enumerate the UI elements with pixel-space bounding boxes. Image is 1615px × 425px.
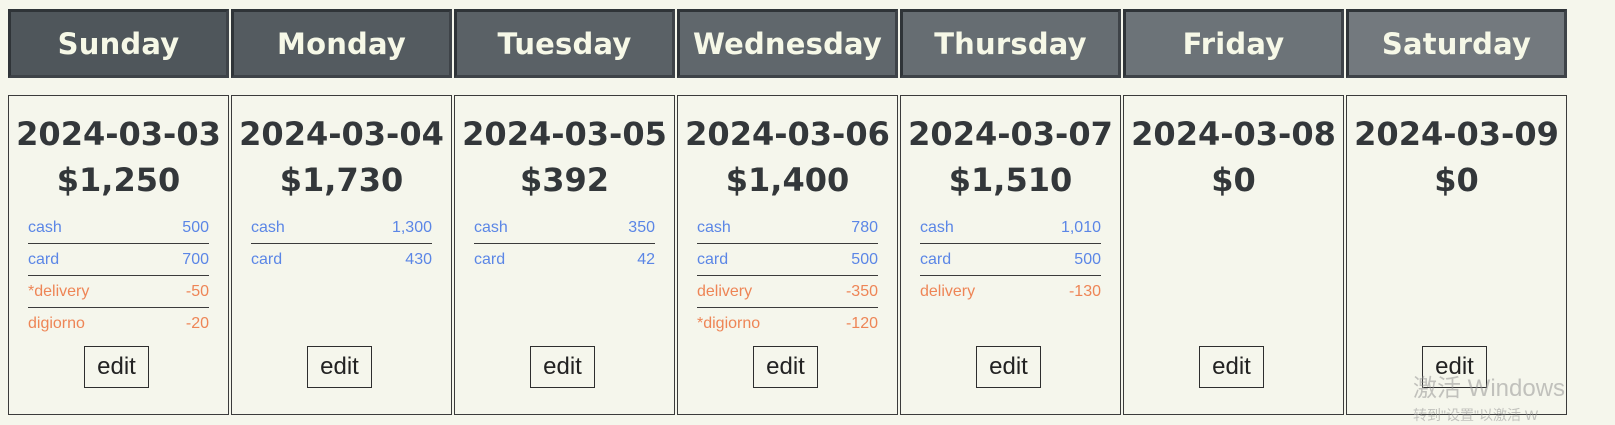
day-date: 2024-03-09	[1354, 115, 1559, 153]
day-date: 2024-03-08	[1131, 115, 1336, 153]
entry-label: *delivery	[28, 282, 90, 300]
day-date: 2024-03-05	[462, 115, 667, 153]
entry-list: cash 780 card 500 delivery -350 *digiorno -120	[697, 212, 878, 340]
entry-label: cash	[920, 218, 954, 236]
day-date: 2024-03-06	[685, 115, 890, 153]
entry-label: cash	[697, 218, 731, 236]
day-card: 2024-03-07 $1,510 cash 1,010 card 500 delivery…	[900, 95, 1121, 415]
entry-amount: 350	[628, 218, 655, 236]
entry-amount: 42	[637, 251, 655, 268]
entry-list: cash 500 card 700 *delivery -50 digiorno -20	[28, 212, 209, 340]
entry-amount: 500	[1074, 250, 1101, 268]
edit-button[interactable]: edit	[530, 346, 595, 388]
entry-row: *digiorno -120	[697, 308, 878, 340]
day-total: $1,510	[948, 161, 1073, 199]
entry-amount: -20	[185, 315, 209, 332]
day-header: Wednesday	[677, 9, 898, 78]
entry-row: *delivery -50	[28, 276, 209, 308]
day-total: $392	[519, 161, 610, 199]
entry-row: digiorno -20	[28, 308, 209, 340]
day-date: 2024-03-07	[908, 115, 1113, 153]
edit-button[interactable]: edit	[1199, 346, 1264, 388]
entry-label: card	[28, 250, 60, 268]
entry-list: cash 1,010 card 500 delivery -130	[920, 212, 1101, 308]
edit-button[interactable]: edit	[976, 346, 1041, 388]
entry-amount: 700	[182, 250, 209, 268]
day-header: Saturday	[1346, 9, 1567, 78]
day-header: Friday	[1123, 9, 1344, 78]
day-header: Sunday	[8, 9, 229, 78]
entry-row: card 430	[251, 244, 432, 276]
edit-button[interactable]: edit	[84, 346, 149, 388]
entry-label: *digiorno	[697, 315, 761, 332]
entry-amount: -120	[845, 315, 878, 332]
entry-row: cash 350	[474, 212, 655, 244]
entry-amount: 430	[405, 251, 432, 268]
day-column-sunday: Sunday 2024-03-03 $1,250 cash 500 card 700 *del…	[8, 0, 229, 423]
entry-row: delivery -130	[920, 276, 1101, 308]
entry-label: card	[697, 250, 729, 268]
day-date: 2024-03-04	[239, 115, 444, 153]
entry-label: cash	[474, 218, 508, 236]
entry-amount: -50	[185, 282, 209, 300]
entry-label: delivery	[697, 282, 753, 300]
edit-button[interactable]: edit	[1422, 346, 1487, 388]
entry-amount: -130	[1068, 283, 1101, 300]
day-total: $1,730	[279, 161, 404, 199]
entry-row: card 700	[28, 244, 209, 276]
day-column-friday: Friday 2024-03-08 $0 edit	[1123, 0, 1344, 423]
entry-label: card	[474, 251, 506, 268]
day-card: 2024-03-05 $392 cash 350 card 42 edit	[454, 95, 675, 415]
entry-row: cash 1,010	[920, 212, 1101, 244]
entry-label: card	[920, 250, 952, 268]
day-column-thursday: Thursday 2024-03-07 $1,510 cash 1,010 card 500…	[900, 0, 1121, 423]
entry-amount: 1,300	[391, 218, 432, 236]
day-card: 2024-03-03 $1,250 cash 500 card 700 *delivery -…	[8, 95, 229, 415]
entry-row: delivery -350	[697, 276, 878, 308]
day-column-monday: Monday 2024-03-04 $1,730 cash 1,300 card 430 ed…	[231, 0, 452, 423]
entry-row: cash 500	[28, 212, 209, 244]
entry-list: cash 350 card 42	[474, 212, 655, 276]
entry-row: card 500	[920, 244, 1101, 276]
edit-button[interactable]: edit	[307, 346, 372, 388]
entry-amount: 500	[851, 250, 878, 268]
day-total: $1,400	[725, 161, 850, 199]
day-total: $0	[1434, 161, 1479, 199]
entry-label: delivery	[920, 283, 976, 300]
entry-label: digiorno	[28, 315, 85, 332]
entry-label: card	[251, 251, 283, 268]
day-column-wednesday: Wednesday 2024-03-06 $1,400 cash 780 card 500 d…	[677, 0, 898, 423]
entry-list: cash 1,300 card 430	[251, 212, 432, 276]
week-view: Sunday 2024-03-03 $1,250 cash 500 card 700 *del…	[0, 0, 1615, 423]
day-date: 2024-03-03	[16, 115, 221, 153]
day-card: 2024-03-04 $1,730 cash 1,300 card 430 edit	[231, 95, 452, 415]
entry-amount: 500	[182, 218, 209, 236]
entry-row: cash 780	[697, 212, 878, 244]
day-column-tuesday: Tuesday 2024-03-05 $392 cash 350 card 42 edit	[454, 0, 675, 423]
entry-amount: -350	[845, 282, 878, 300]
day-card: 2024-03-09 $0 edit	[1346, 95, 1567, 415]
day-card: 2024-03-08 $0 edit	[1123, 95, 1344, 415]
edit-button[interactable]: edit	[753, 346, 818, 388]
entry-row: card 42	[474, 244, 655, 276]
day-header: Tuesday	[454, 9, 675, 78]
day-header: Thursday	[900, 9, 1121, 78]
entry-row: cash 1,300	[251, 212, 432, 244]
day-total: $1,250	[56, 161, 181, 199]
day-header: Monday	[231, 9, 452, 78]
entry-amount: 780	[851, 218, 878, 236]
entry-label: cash	[251, 218, 285, 236]
entry-amount: 1,010	[1060, 218, 1101, 236]
day-total: $0	[1211, 161, 1256, 199]
day-column-saturday: Saturday 2024-03-09 $0 edit	[1346, 0, 1567, 423]
entry-label: cash	[28, 218, 62, 236]
day-card: 2024-03-06 $1,400 cash 780 card 500 delivery -3…	[677, 95, 898, 415]
entry-row: card 500	[697, 244, 878, 276]
